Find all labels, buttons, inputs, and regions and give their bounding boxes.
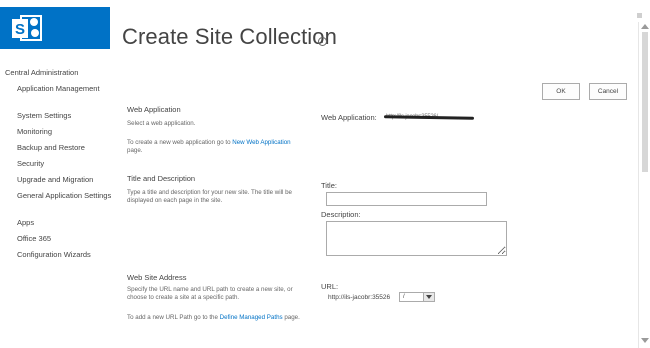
- description-label: Description:: [321, 210, 361, 219]
- section-link-web-application: To create a new web application go to Ne…: [127, 139, 292, 155]
- new-web-application-link[interactable]: New Web Application: [232, 139, 290, 146]
- section-desc-web-site-address: Specify the URL name and URL path to cre…: [127, 286, 293, 301]
- nav-item-application-management[interactable]: Application Management: [17, 84, 112, 94]
- section-desc-web-application: Select a web application.: [127, 120, 196, 127]
- section-link-web-site-address: To add a new URL Path go to the Define M…: [127, 314, 307, 322]
- nav-item-upgrade-and-migration[interactable]: Upgrade and Migration: [17, 175, 112, 185]
- web-application-label: Web Application:: [321, 113, 377, 122]
- vertical-scrollbar[interactable]: [638, 22, 650, 348]
- url-label: URL:: [321, 282, 339, 291]
- nav-heading-central-administration[interactable]: Central Administration: [5, 68, 78, 77]
- section-title-web-application: Web Application: [127, 105, 181, 114]
- sharepoint-logo[interactable]: S: [0, 7, 110, 49]
- web-application-selector[interactable]: http://ils-jacobr:35526/: [383, 114, 475, 121]
- scroll-up-icon[interactable]: [641, 24, 649, 29]
- cancel-button[interactable]: Cancel: [589, 83, 627, 100]
- section-title-web-site-address: Web Site Address: [127, 273, 187, 282]
- description-textarea[interactable]: [326, 221, 507, 256]
- define-managed-paths-link[interactable]: Define Managed Paths: [220, 314, 283, 321]
- section-title-title-and-description: Title and Description: [127, 174, 196, 183]
- url-path-selected: /: [403, 294, 405, 300]
- window-corner-icon: [637, 13, 642, 18]
- nav-item-apps[interactable]: Apps: [17, 218, 112, 228]
- nav-item-configuration-wizards[interactable]: Configuration Wizards: [17, 250, 112, 260]
- section-desc-title-and-description: Type a title and description for your ne…: [127, 189, 292, 204]
- nav-item-office-365[interactable]: Office 365: [17, 234, 112, 244]
- scroll-down-icon[interactable]: [641, 338, 649, 343]
- url-path-select[interactable]: /: [399, 292, 435, 302]
- nav-item-monitoring[interactable]: Monitoring: [17, 127, 112, 137]
- nav-item-security[interactable]: Security: [17, 159, 112, 169]
- info-icon[interactable]: i: [318, 37, 327, 46]
- url-prefix-text: http://ils-jacobr:35526: [328, 294, 391, 301]
- title-label: Title:: [321, 181, 337, 190]
- ok-button[interactable]: OK: [542, 83, 580, 100]
- link-prefix: To create a new web application go to: [127, 139, 233, 146]
- page-title: Create Site Collection: [122, 24, 337, 49]
- nav-item-general-application-settings[interactable]: General Application Settings: [17, 191, 112, 201]
- chevron-down-icon[interactable]: [423, 293, 434, 301]
- link-suffix: page.: [282, 314, 300, 321]
- link-suffix: page.: [127, 147, 143, 154]
- link-prefix: To add a new URL Path go to the: [127, 314, 220, 321]
- nav-item-system-settings[interactable]: System Settings: [17, 111, 112, 121]
- scroll-thumb[interactable]: [642, 32, 648, 172]
- svg-text:S: S: [15, 21, 25, 38]
- nav-item-backup-and-restore[interactable]: Backup and Restore: [17, 143, 112, 153]
- title-input[interactable]: [326, 192, 487, 206]
- sharepoint-logo-icon: S: [12, 15, 42, 41]
